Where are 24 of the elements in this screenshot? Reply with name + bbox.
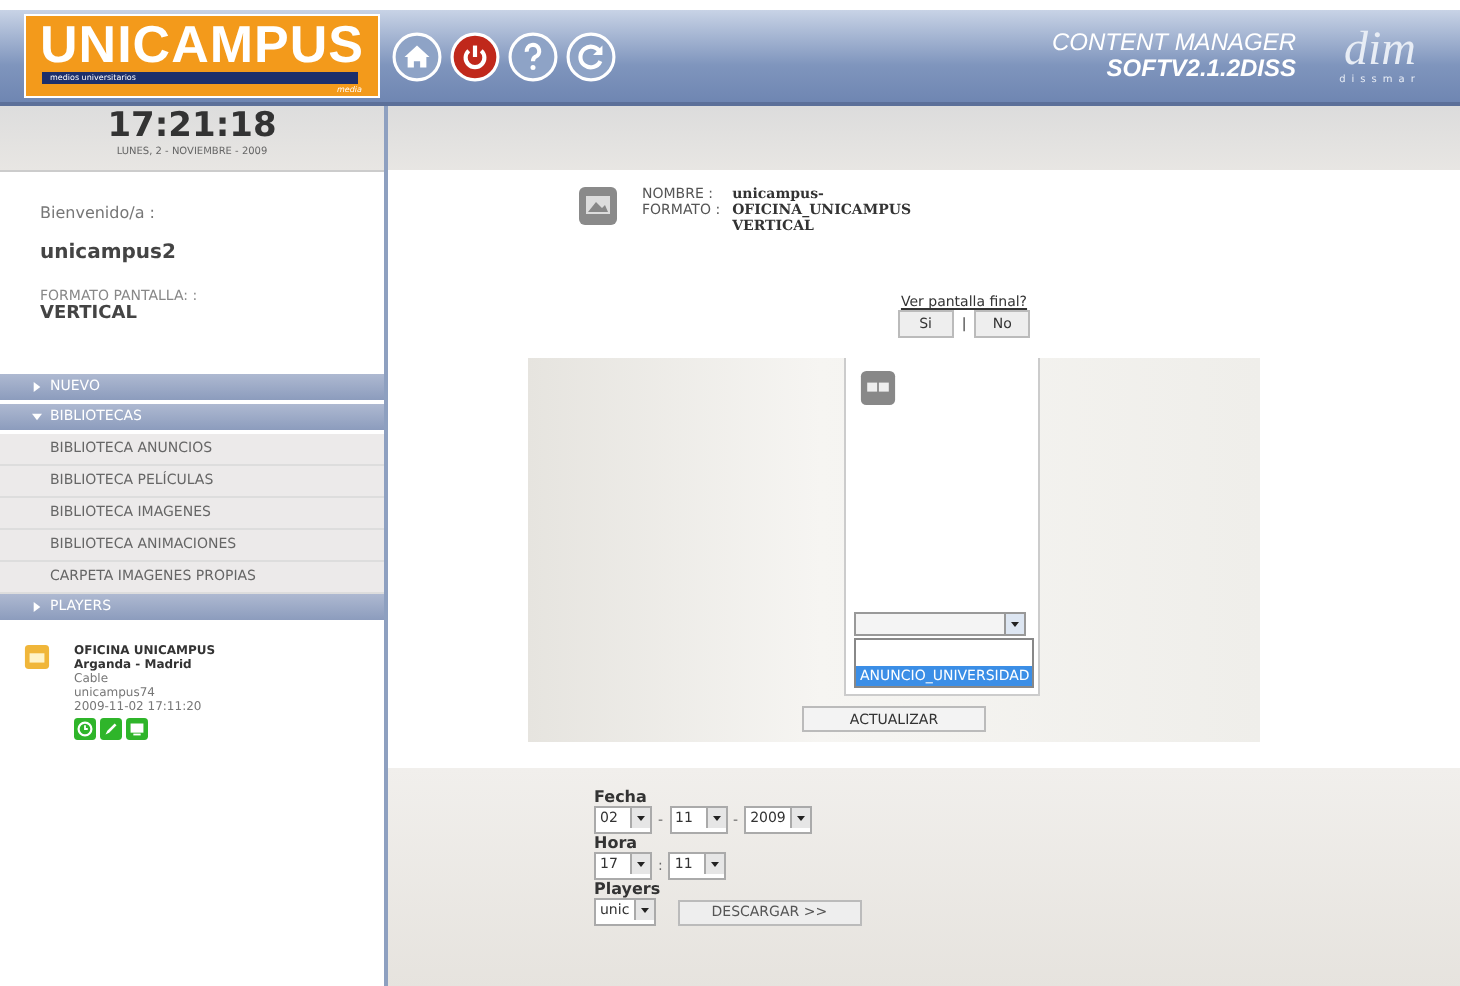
time-label: Hora (594, 834, 638, 852)
brand-logo: dim (1344, 26, 1416, 74)
welcome-text: Bienvenido/a : (40, 204, 157, 222)
help-icon[interactable] (508, 31, 558, 81)
monitor-icon[interactable] (126, 718, 148, 740)
product-version: SOFTV2.1.2DISS (1106, 56, 1296, 82)
power-icon[interactable] (450, 31, 500, 81)
home-icon[interactable] (392, 31, 442, 81)
image-icon (578, 186, 618, 226)
product-name: CONTENT MANAGER (1051, 30, 1296, 56)
logo-text: UNICAMPUS (40, 16, 364, 72)
date-label: Fecha (594, 788, 647, 806)
triangle-icon[interactable] (32, 382, 42, 392)
clock-time: 17:21:18 (107, 106, 277, 146)
clock-icon[interactable] (74, 718, 96, 740)
format-value: VERTICAL (40, 304, 139, 324)
user-name: unicampus2 (40, 242, 178, 264)
edit-icon[interactable] (100, 718, 122, 740)
triangle-icon[interactable] (32, 602, 42, 612)
players-label: Players (594, 880, 661, 898)
folder-icon[interactable] (24, 644, 50, 670)
layout-icon[interactable] (860, 370, 896, 406)
triangle-icon[interactable] (32, 412, 42, 422)
refresh-icon[interactable] (566, 31, 616, 81)
